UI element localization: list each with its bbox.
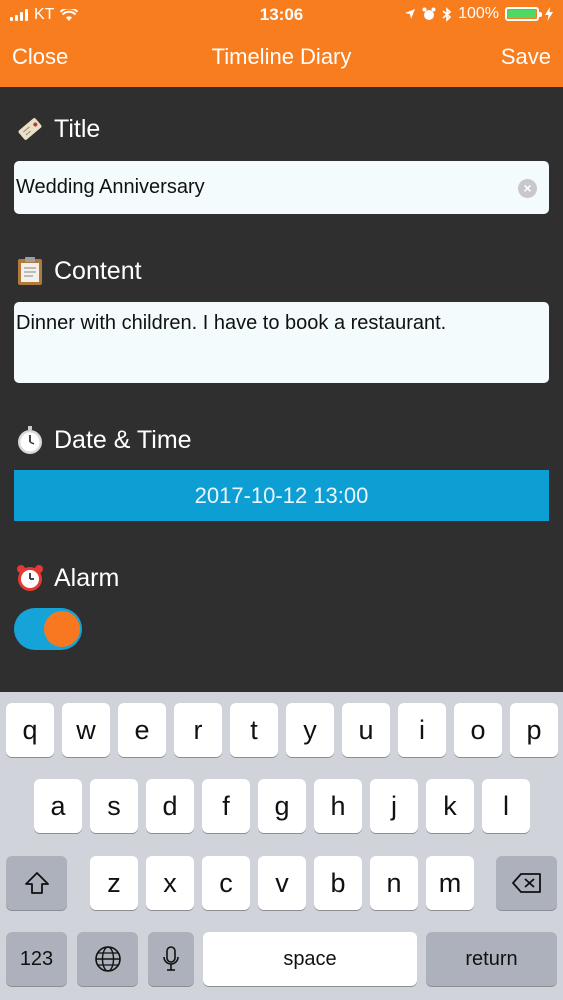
keyboard: q w e r t y u i o p a s d f g h j k l z … bbox=[0, 692, 563, 1000]
content-textarea[interactable]: Dinner with children. I have to book a r… bbox=[16, 312, 546, 377]
content-label-row: Content bbox=[14, 255, 142, 287]
location-arrow-icon bbox=[405, 9, 416, 19]
space-key[interactable]: space bbox=[203, 932, 417, 986]
datetime-button[interactable]: 2017-10-12 13:00 bbox=[14, 470, 549, 521]
status-bar: KT 13:06 100% bbox=[0, 0, 563, 30]
dictation-key[interactable] bbox=[148, 932, 194, 986]
key-q[interactable]: q bbox=[6, 703, 54, 757]
key-g[interactable]: g bbox=[258, 779, 306, 833]
alarm-status-icon bbox=[422, 7, 436, 20]
key-e[interactable]: e bbox=[118, 703, 166, 757]
bluetooth-icon bbox=[442, 6, 452, 22]
page-title: Timeline Diary bbox=[211, 44, 352, 69]
battery-icon bbox=[505, 7, 542, 21]
clear-text-icon[interactable]: × bbox=[518, 179, 537, 198]
globe-key[interactable] bbox=[77, 932, 138, 986]
key-s[interactable]: s bbox=[90, 779, 138, 833]
numbers-key[interactable]: 123 bbox=[6, 932, 67, 986]
alarm-toggle-knob bbox=[44, 611, 80, 647]
datetime-label-row: Date & Time bbox=[14, 424, 192, 456]
title-field[interactable]: × bbox=[14, 161, 549, 214]
key-u[interactable]: u bbox=[342, 703, 390, 757]
battery-percent: 100% bbox=[458, 5, 499, 22]
charging-icon bbox=[545, 7, 553, 21]
key-y[interactable]: y bbox=[286, 703, 334, 757]
key-c[interactable]: c bbox=[202, 856, 250, 910]
backspace-icon bbox=[511, 873, 541, 893]
key-n[interactable]: n bbox=[370, 856, 418, 910]
key-d[interactable]: d bbox=[146, 779, 194, 833]
key-b[interactable]: b bbox=[314, 856, 362, 910]
key-x[interactable]: x bbox=[146, 856, 194, 910]
tag-icon bbox=[14, 113, 46, 145]
return-key[interactable]: return bbox=[426, 932, 557, 986]
key-a[interactable]: a bbox=[34, 779, 82, 833]
alarm-label: Alarm bbox=[54, 563, 120, 592]
key-k[interactable]: k bbox=[426, 779, 474, 833]
key-j[interactable]: j bbox=[370, 779, 418, 833]
globe-icon bbox=[94, 946, 121, 972]
title-input[interactable] bbox=[16, 161, 506, 214]
alarm-clock-icon bbox=[14, 562, 46, 594]
shift-icon bbox=[24, 872, 49, 894]
status-right: 100% bbox=[404, 5, 553, 23]
key-t[interactable]: t bbox=[230, 703, 278, 757]
key-h[interactable]: h bbox=[314, 779, 362, 833]
shift-key[interactable] bbox=[6, 856, 67, 910]
top-bar: KT 13:06 100% Close Timeline Diary Save bbox=[0, 0, 563, 87]
alarm-toggle[interactable] bbox=[14, 608, 82, 650]
key-m[interactable]: m bbox=[426, 856, 474, 910]
key-i[interactable]: i bbox=[398, 703, 446, 757]
clipboard-icon bbox=[14, 255, 46, 287]
key-v[interactable]: v bbox=[258, 856, 306, 910]
key-f[interactable]: f bbox=[202, 779, 250, 833]
title-label: Title bbox=[54, 114, 101, 143]
key-r[interactable]: r bbox=[174, 703, 222, 757]
datetime-label: Date & Time bbox=[54, 425, 192, 454]
key-w[interactable]: w bbox=[62, 703, 110, 757]
microphone-icon bbox=[163, 946, 179, 971]
alarm-label-row: Alarm bbox=[14, 562, 119, 594]
delete-key[interactable] bbox=[496, 856, 557, 910]
content-label: Content bbox=[54, 256, 142, 285]
key-p[interactable]: p bbox=[510, 703, 558, 757]
key-l[interactable]: l bbox=[482, 779, 530, 833]
stopwatch-icon bbox=[14, 424, 46, 456]
key-z[interactable]: z bbox=[90, 856, 138, 910]
title-label-row: Title bbox=[14, 113, 100, 145]
key-o[interactable]: o bbox=[454, 703, 502, 757]
content-field[interactable]: Dinner with children. I have to book a r… bbox=[14, 302, 549, 383]
save-button[interactable]: Save bbox=[501, 44, 551, 70]
